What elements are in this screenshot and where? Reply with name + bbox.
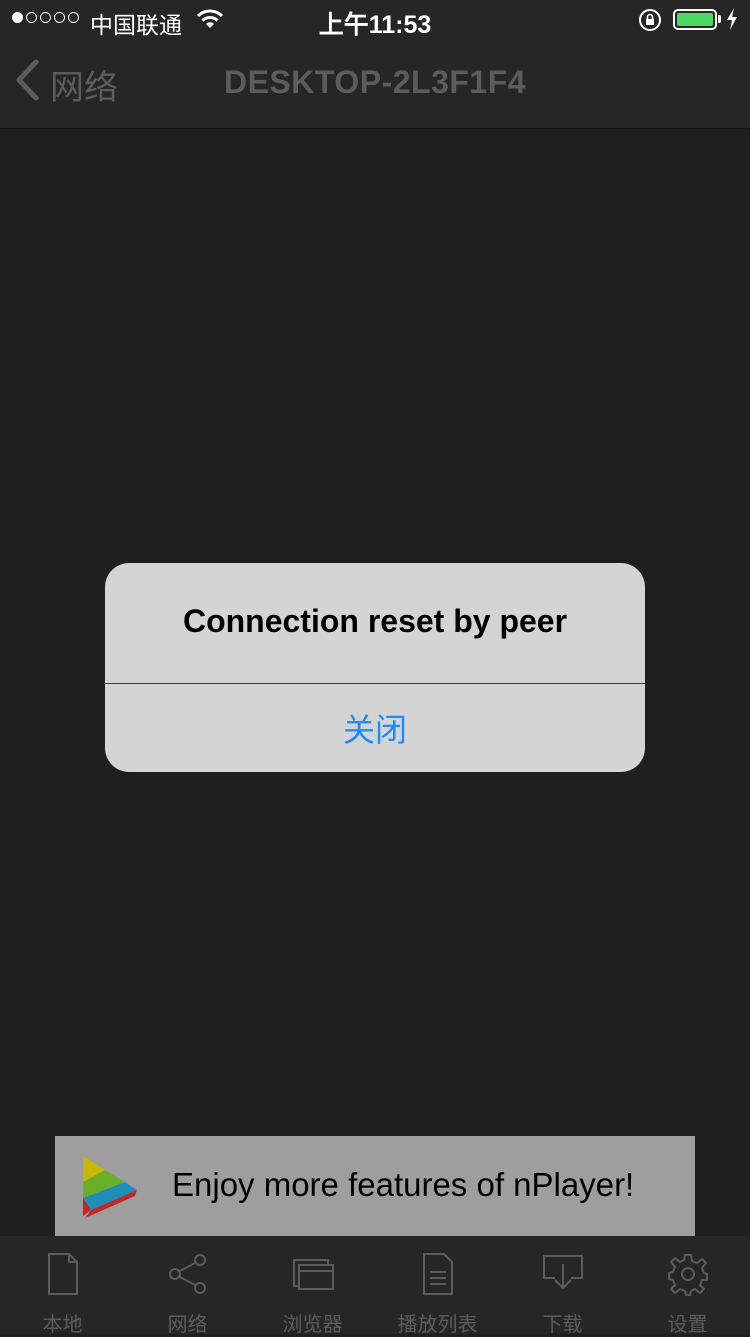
browser-icon	[291, 1252, 335, 1296]
tab-label: 网络	[167, 1314, 208, 1336]
nplayer-logo-icon	[77, 1152, 139, 1225]
alert-message: Connection reset by peer	[182, 603, 568, 639]
navigation-bar: 网络 DESKTOP-2L3F1F4	[0, 40, 750, 129]
page-title: DESKTOP-2L3F1F4	[223, 64, 527, 100]
tab-bar: 本地 网络 浏览器 播放列表 下载 设置	[0, 1236, 750, 1336]
tab-network[interactable]: 网络	[125, 1236, 250, 1336]
share-icon	[166, 1252, 210, 1296]
ad-text: Enjoy more features of nPlayer!	[172, 1166, 635, 1203]
file-icon	[41, 1252, 85, 1296]
tab-label: 设置	[667, 1314, 708, 1336]
ad-banner[interactable]: Enjoy more features of nPlayer!	[55, 1136, 695, 1236]
tab-download[interactable]: 下载	[500, 1236, 625, 1336]
tab-label: 浏览器	[282, 1314, 343, 1336]
tab-local[interactable]: 本地	[0, 1236, 125, 1336]
tab-label: 下载	[542, 1314, 583, 1336]
charging-bolt-icon	[726, 8, 738, 37]
battery-icon	[673, 9, 717, 30]
status-bar: 中国联通 上午11:53	[0, 0, 750, 40]
tab-playlist[interactable]: 播放列表	[375, 1236, 500, 1336]
tab-label: 播放列表	[397, 1314, 478, 1336]
tab-label: 本地	[42, 1314, 83, 1336]
playlist-icon	[416, 1252, 460, 1296]
tab-settings[interactable]: 设置	[625, 1236, 750, 1336]
download-icon	[541, 1252, 585, 1296]
tab-browser[interactable]: 浏览器	[250, 1236, 375, 1336]
alert-dialog: Connection reset by peer 关闭	[105, 563, 645, 772]
close-button[interactable]: 关闭	[105, 684, 645, 772]
gear-icon	[666, 1252, 710, 1296]
rotation-lock-icon	[638, 8, 662, 39]
